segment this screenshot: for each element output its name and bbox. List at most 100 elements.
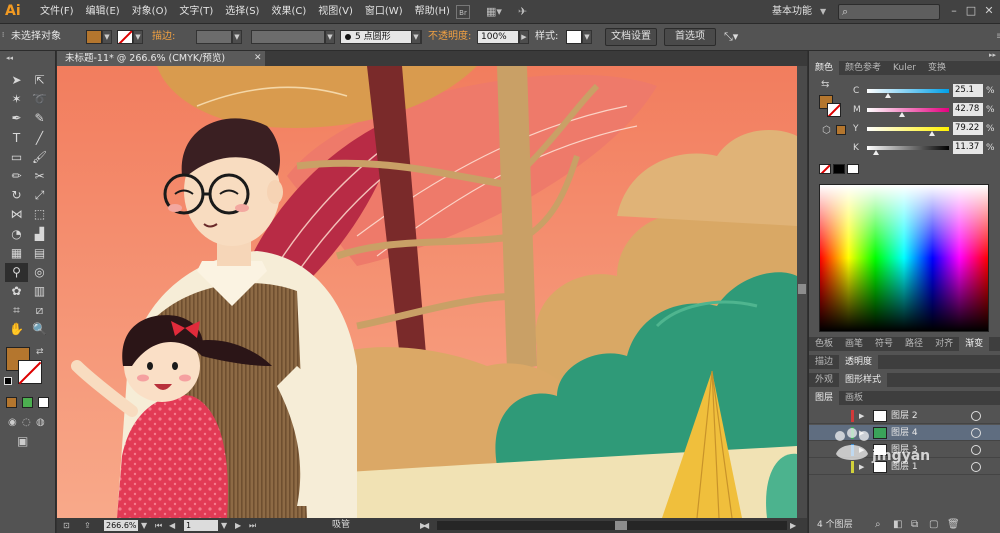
delete-layer-icon[interactable]: 🗑 [947,518,960,532]
search-input[interactable]: ⌕ [838,4,940,20]
tab-transparency[interactable]: 透明度 [839,355,879,369]
scale-tool-icon[interactable]: ⤢ [28,186,51,205]
black-swatch[interactable] [833,164,845,174]
hand-tool-icon[interactable]: ✋ [5,320,28,339]
artboard-dropdown-icon[interactable]: ▼ [221,518,227,533]
blend-tool-icon[interactable]: ◎ [28,263,51,282]
opacity-input[interactable]: 100% [477,30,519,44]
yellow-slider-track[interactable] [867,127,949,131]
variable-width-arrow[interactable]: ▼ [325,30,335,44]
stroke-color-box[interactable] [18,360,42,384]
scroll-right-icon[interactable]: ▶ [790,518,796,533]
artboard-canvas[interactable] [57,66,797,518]
artboard-number-input[interactable]: 1 [184,520,218,531]
stroke-weight-field[interactable] [196,30,232,44]
black-value-input[interactable]: 11.37 [953,141,983,154]
collapse-toolbox-icon[interactable]: ◂◂ [6,54,13,62]
draw-behind-icon[interactable]: ◌ [22,417,31,428]
draw-inside-icon[interactable]: ◍ [36,417,45,428]
tab-color-guide[interactable]: 颜色参考 [839,61,887,75]
locate-object-icon[interactable]: ⌕ [875,518,881,532]
menu-edit[interactable]: 编辑(E) [80,0,126,24]
menu-effect[interactable]: 效果(C) [265,0,312,24]
document-tab[interactable]: 未标题-11* @ 266.6% (CMYK/预览) ✕ [57,51,265,66]
horizontal-scroll-thumb[interactable] [615,521,627,530]
tab-artboards[interactable]: 画板 [839,391,869,405]
variable-width-profile[interactable] [251,30,325,44]
gradient-mode-button[interactable] [22,397,33,408]
white-swatch[interactable] [847,164,859,174]
free-transform-tool-icon[interactable]: ⬚ [28,205,51,224]
scroll-left-icon[interactable]: ◀ [423,518,429,533]
default-fill-stroke-icon[interactable] [4,377,12,385]
opacity-label[interactable]: 不透明度: [428,24,471,50]
close-document-icon[interactable]: ✕ [254,51,262,66]
draw-normal-icon[interactable]: ◉ [8,417,17,428]
direct-selection-tool-icon[interactable]: ⇱ [28,71,51,90]
tab-color[interactable]: 颜色 [809,61,840,75]
gpu-performance-icon[interactable]: ✈ [518,5,527,19]
black-slider-thumb[interactable] [873,150,880,155]
brush-definition-select[interactable]: 5 点圆形 [340,30,422,44]
magenta-value-input[interactable]: 42.78 [953,103,983,116]
make-clipping-mask-icon[interactable]: ◧ [893,518,902,532]
cyan-value-input[interactable]: 25.1 [953,84,983,97]
tab-graphic-styles[interactable]: 图形样式 [839,373,888,387]
stroke-label[interactable]: 描边: [152,24,175,50]
cyan-slider-thumb[interactable] [884,93,891,98]
mesh-tool-icon[interactable]: ▦ [5,244,28,263]
layer-target-icon[interactable] [971,445,981,455]
preferences-button[interactable]: 首选项 [664,28,716,46]
tab-gradient[interactable]: 渐变 [959,337,990,351]
type-tool-icon[interactable]: T [5,129,28,148]
menu-window[interactable]: 窗口(W) [359,0,409,24]
tab-symbols[interactable]: 符号 [869,337,899,351]
layer-name[interactable]: 图层 2 [891,408,918,424]
chevron-down-icon[interactable]: ▼ [820,0,826,24]
opacity-dropdown-arrow[interactable]: ▶ [519,30,529,44]
zoom-level-input[interactable]: 266.6% [104,520,138,531]
menu-object[interactable]: 对象(O) [126,0,174,24]
none-color-swatch[interactable] [819,164,831,174]
bridge-icon[interactable]: Br [456,5,470,19]
layer-target-icon[interactable] [971,428,981,438]
pen-tool-icon[interactable]: ✒ [5,109,28,128]
color-mode-button[interactable] [6,397,17,408]
gradient-tool-icon[interactable]: ▤ [28,244,51,263]
layer-row[interactable]: ▶ 图层 2 [809,408,1000,424]
fill-swatch[interactable] [86,30,102,44]
tab-appearance[interactable]: 外观 [809,373,839,387]
document-setup-button[interactable]: 文档设置 [605,28,657,46]
panel-stroke-swatch[interactable] [827,103,841,117]
symbol-sprayer-tool-icon[interactable]: ✿ [5,282,28,301]
horizontal-scrollbar[interactable] [437,521,787,530]
tab-transform[interactable]: 变换 [922,61,952,75]
paintbrush-tool-icon[interactable]: 🖌 [28,148,51,167]
brush-dropdown-arrow[interactable]: ▼ [411,30,421,44]
expand-layer-icon[interactable]: ▶ [859,408,864,424]
menu-select[interactable]: 选择(S) [219,0,265,24]
stroke-dropdown-arrow[interactable]: ▼ [133,30,143,44]
stroke-swatch[interactable] [117,30,133,44]
tab-swatches[interactable]: 色板 [809,337,839,351]
graphic-style-arrow[interactable]: ▼ [582,30,592,44]
tab-brushes[interactable]: 画笔 [839,337,869,351]
rotate-tool-icon[interactable]: ↻ [5,186,28,205]
cyan-slider-track[interactable] [867,89,949,93]
yellow-slider-thumb[interactable] [928,131,935,136]
perspective-grid-tool-icon[interactable]: ▟ [28,225,51,244]
tab-kuler[interactable]: Kuler [887,61,922,75]
minimize-icon[interactable]: – [946,2,962,20]
magenta-slider-track[interactable] [867,108,949,112]
menu-file[interactable]: 文件(F) [34,0,80,24]
curvature-tool-icon[interactable]: ✎ [28,109,51,128]
graphic-style-swatch[interactable] [566,30,582,44]
vertical-scroll-thumb[interactable] [798,284,806,294]
tab-pathfinder[interactable]: 路径 [899,337,929,351]
zoom-dropdown-icon[interactable]: ▼ [141,518,147,533]
layer-target-icon[interactable] [971,411,981,421]
yellow-value-input[interactable]: 79.22 [953,122,983,135]
menu-help[interactable]: 帮助(H) [409,0,456,24]
magenta-slider-thumb[interactable] [899,112,906,117]
magic-wand-tool-icon[interactable]: ✶ [5,90,28,109]
